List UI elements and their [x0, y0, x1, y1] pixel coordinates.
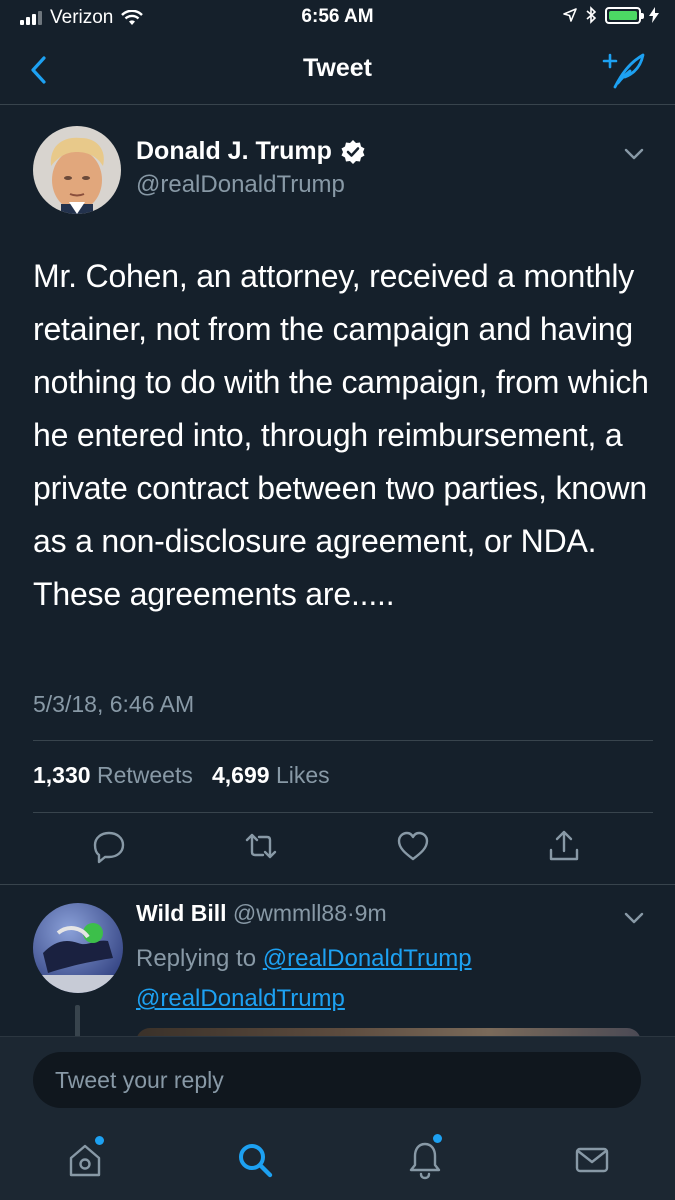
verified-badge-icon [341, 139, 365, 164]
reply-header: Wild Bill @wmmll88·9m [136, 900, 387, 927]
tweet-stats: 1,330 Retweets 4,699 Likes [33, 762, 330, 789]
likes-count: 4,699 [212, 762, 270, 788]
like-icon[interactable] [395, 828, 431, 864]
tweet-text: Mr. Cohen, an attorney, received a month… [33, 258, 649, 612]
messages-icon[interactable] [570, 1138, 614, 1182]
retweets-label: Retweets [96, 762, 193, 788]
mention-link[interactable]: @realDonaldTrump [136, 985, 345, 1012]
author-name[interactable]: Donald J. Trump [136, 137, 332, 166]
author-handle[interactable]: @realDonaldTrump [136, 171, 345, 199]
chevron-left-icon[interactable] [24, 52, 56, 88]
reply-author-name[interactable]: Wild Bill [136, 900, 227, 926]
reply-bar [0, 1036, 675, 1121]
compose-tweet-icon[interactable] [601, 49, 647, 91]
battery-level [609, 10, 637, 20]
replying-to: Replying to @realDonaldTrump @realDonald… [136, 939, 472, 1019]
retweet-icon[interactable] [243, 828, 279, 864]
nav-bar: Tweet [0, 36, 675, 105]
status-right [563, 6, 659, 24]
tab-bar [0, 1120, 675, 1200]
reply-author-handle[interactable]: @wmmll88 [233, 900, 347, 926]
battery-icon [605, 6, 644, 24]
section-separator [0, 884, 675, 885]
page-title: Tweet [303, 54, 372, 82]
share-icon[interactable] [546, 828, 582, 864]
status-bar: Verizon 6:56 AM [0, 0, 675, 36]
tweet-timestamp: 5/3/18, 6:46 AM [33, 691, 195, 717]
notifications-dot [433, 1134, 442, 1143]
reply-avatar-image [33, 903, 123, 993]
author-name-row[interactable]: Donald J. Trump [136, 137, 366, 166]
chevron-down-icon[interactable] [623, 146, 645, 162]
author-avatar[interactable] [33, 126, 121, 214]
reply-avatar[interactable] [33, 903, 123, 993]
reply-separator: · [347, 900, 355, 926]
bluetooth-icon [586, 6, 597, 24]
retweets-stat[interactable]: 1,330 Retweets [33, 762, 193, 788]
tweet-actions [0, 828, 675, 870]
author-avatar-image [33, 126, 121, 214]
divider [33, 812, 653, 813]
likes-stat[interactable]: 4,699 Likes [212, 762, 330, 788]
notifications-icon[interactable] [403, 1138, 447, 1182]
mention-link[interactable]: @realDonaldTrump [263, 945, 472, 972]
retweets-count: 1,330 [33, 762, 91, 788]
chevron-down-icon[interactable] [623, 910, 645, 926]
reply-input[interactable] [33, 1052, 641, 1108]
divider [33, 740, 653, 741]
search-icon[interactable] [233, 1138, 277, 1182]
charging-bolt-icon [649, 7, 659, 23]
replying-prefix: Replying to [136, 945, 257, 972]
reply-time: 9m [354, 900, 387, 926]
reply-icon[interactable] [91, 828, 127, 864]
location-arrow-icon [563, 8, 577, 22]
home-notification-dot [95, 1136, 104, 1145]
likes-label: Likes [275, 762, 330, 788]
